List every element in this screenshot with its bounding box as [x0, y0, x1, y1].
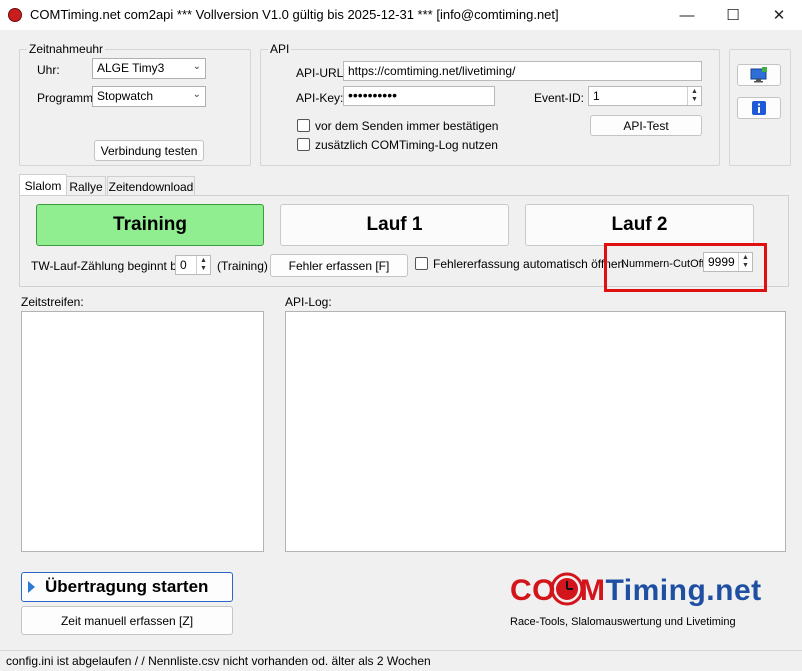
- cutoff-stepper[interactable]: 9999 ▲ ▼: [703, 252, 753, 272]
- confirm-checkbox[interactable]: [297, 119, 310, 132]
- cutoff-value: 9999: [708, 255, 735, 269]
- comtiming-logo: CO MTiming.net: [510, 572, 762, 614]
- zeitnahmeuhr-group-label: Zeitnahmeuhr: [27, 42, 106, 56]
- chevron-down-icon: ⌄: [192, 61, 201, 72]
- lauf2-button[interactable]: Lauf 2: [525, 204, 754, 246]
- api-key-field[interactable]: ••••••••••: [343, 86, 495, 106]
- api-url-field[interactable]: https://comtiming.net/livetiming/: [343, 61, 702, 81]
- event-id-label: Event-ID:: [534, 91, 585, 105]
- training-button[interactable]: Training: [36, 204, 264, 246]
- fehler-erfassen-button[interactable]: Fehler erfassen [F]: [270, 254, 408, 277]
- comtiming-log-checkbox-label: zusätzlich COMTiming-Log nutzen: [315, 138, 498, 152]
- logo-tagline: Race-Tools, Slalomauswertung und Livetim…: [510, 616, 736, 628]
- api-log-textarea[interactable]: [285, 311, 786, 552]
- lauf1-button[interactable]: Lauf 1: [280, 204, 509, 246]
- programm-select[interactable]: Stopwatch ⌄: [92, 86, 206, 107]
- tab-slalom[interactable]: Slalom: [19, 174, 67, 196]
- window-title: COMTiming.net com2api *** Vollversion V1…: [30, 7, 559, 22]
- tw-lauf-suffix: (Training): [217, 259, 268, 273]
- tab-zeitendownload[interactable]: Zeitendownload: [107, 176, 195, 196]
- zeit-manuell-button[interactable]: Zeit manuell erfassen [Z]: [21, 606, 233, 635]
- fehler-auto-label: Fehlererfassung automatisch öffnen: [433, 257, 625, 271]
- stepper-arrows-icon[interactable]: ▲ ▼: [196, 256, 210, 274]
- status-text: config.ini ist abgelaufen / / Nennliste.…: [6, 654, 431, 668]
- monitor-icon: [750, 67, 767, 83]
- tab-rallye[interactable]: Rallye: [66, 176, 106, 196]
- api-log-label: API-Log:: [285, 295, 332, 309]
- verbindung-testen-button[interactable]: Verbindung testen: [94, 140, 204, 161]
- uhr-label: Uhr:: [37, 63, 60, 77]
- cutoff-label: Nummern-CutOff:: [621, 258, 708, 270]
- zeitstreifen-textarea[interactable]: [21, 311, 264, 552]
- programm-select-value: Stopwatch: [97, 89, 154, 103]
- status-bar: config.ini ist abgelaufen / / Nennliste.…: [0, 650, 802, 671]
- fehler-auto-checkbox[interactable]: [415, 257, 428, 270]
- info-icon: [752, 101, 766, 115]
- uhr-select[interactable]: ALGE Timy3 ⌄: [92, 58, 206, 79]
- confirm-checkbox-label: vor dem Senden immer bestätigen: [315, 119, 499, 133]
- comtiming-log-checkbox[interactable]: [297, 138, 310, 151]
- uhr-select-value: ALGE Timy3: [97, 61, 165, 75]
- uebertragung-starten-button[interactable]: Übertragung starten: [21, 572, 233, 602]
- close-button[interactable]: ✕: [756, 0, 802, 30]
- tw-lauf-stepper[interactable]: 0 ▲ ▼: [175, 255, 211, 275]
- event-id-stepper[interactable]: 1 ▲ ▼: [588, 86, 702, 106]
- tw-lauf-label: TW-Lauf-Zählung beginnt bei:: [31, 259, 190, 273]
- play-icon: [28, 581, 35, 593]
- chevron-down-icon: ⌄: [192, 89, 201, 100]
- api-key-label: API-Key:: [296, 91, 344, 105]
- info-button[interactable]: [737, 97, 781, 119]
- tw-lauf-value: 0: [180, 258, 187, 272]
- stepper-arrows-icon[interactable]: ▲ ▼: [738, 253, 752, 271]
- zeitstreifen-label: Zeitstreifen:: [21, 295, 84, 309]
- api-group-label: API: [268, 42, 292, 56]
- app-icon: [8, 8, 22, 22]
- minimize-button[interactable]: —: [664, 0, 710, 30]
- api-test-button[interactable]: API-Test: [590, 115, 702, 136]
- maximize-button[interactable]: ☐: [710, 0, 756, 30]
- uebertragung-starten-label: Übertragung starten: [45, 577, 209, 596]
- stepper-arrows-icon[interactable]: ▲ ▼: [687, 87, 701, 105]
- event-id-value: 1: [593, 89, 600, 103]
- programm-label: Programm:: [37, 91, 97, 105]
- api-url-label: API-URL:: [296, 66, 347, 80]
- monitor-button[interactable]: [737, 64, 781, 86]
- logo-part-timing: Timing.net: [605, 574, 762, 607]
